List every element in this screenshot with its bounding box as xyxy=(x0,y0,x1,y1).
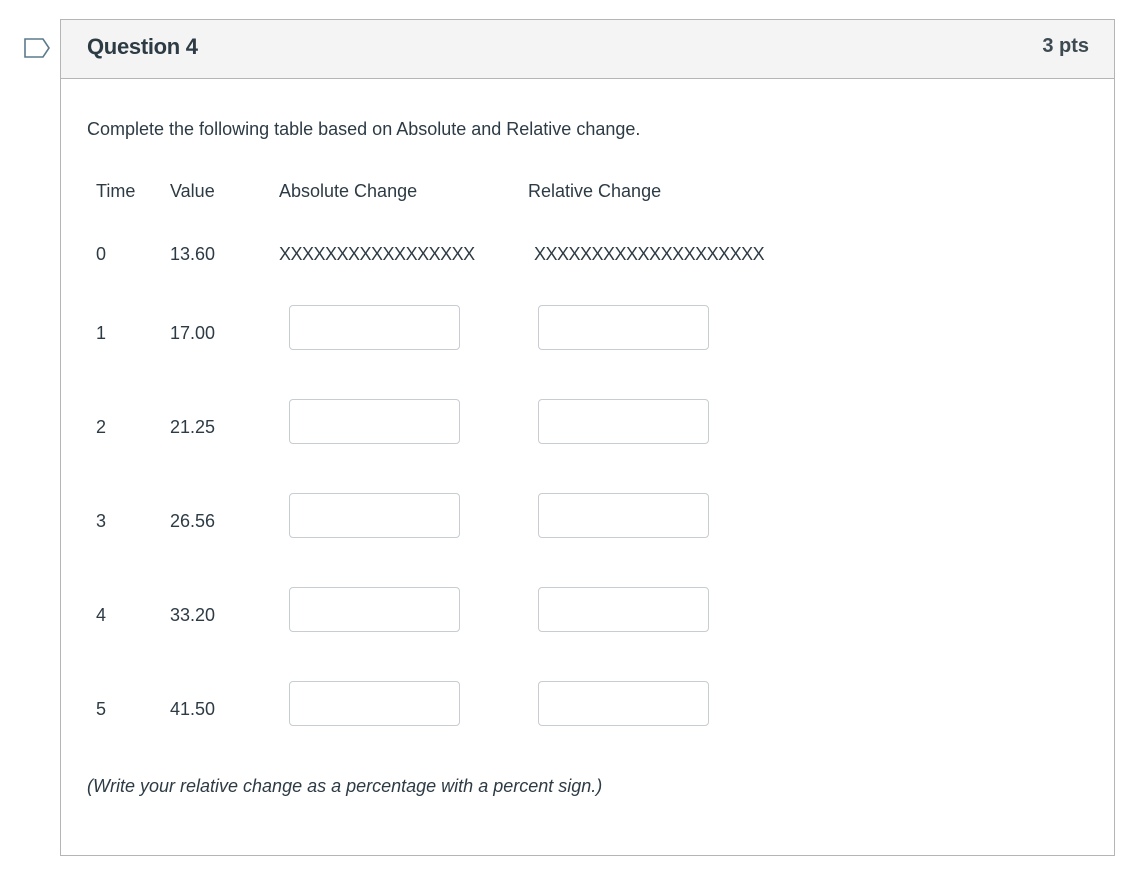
row-time: 4 xyxy=(96,605,107,625)
relative-change-input-5[interactable] xyxy=(538,681,709,726)
relative-change-input-4[interactable] xyxy=(538,587,709,632)
row-value: 17.00 xyxy=(170,323,216,343)
row-time: 5 xyxy=(96,699,107,719)
row-time: 2 xyxy=(96,417,107,437)
row-time: 0 xyxy=(96,244,107,264)
question-title: Question 4 xyxy=(87,34,198,59)
header-time: Time xyxy=(96,181,136,201)
header-absolute-change: Absolute Change xyxy=(279,181,418,201)
header-relative-change: Relative Change xyxy=(528,181,662,201)
flag-question-icon[interactable] xyxy=(24,38,50,58)
instruction-note: (Write your relative change as a percent… xyxy=(87,776,603,796)
absolute-change-input-1[interactable] xyxy=(289,305,460,350)
question-points: 3 pts xyxy=(1042,35,1089,57)
question-header: Question 4 3 pts xyxy=(61,20,1114,79)
row-value: 33.20 xyxy=(170,605,216,625)
question-prompt: Complete the following table based on Ab… xyxy=(87,119,641,139)
row-time: 3 xyxy=(96,511,107,531)
row-time: 1 xyxy=(96,323,107,343)
row-value: 26.56 xyxy=(170,511,216,531)
row-value: 21.25 xyxy=(170,417,216,437)
row-value: 13.60 xyxy=(170,244,216,264)
absolute-change-input-3[interactable] xyxy=(289,493,460,538)
absolute-change-input-4[interactable] xyxy=(289,587,460,632)
absolute-change-input-5[interactable] xyxy=(289,681,460,726)
row-value: 41.50 xyxy=(170,699,216,719)
relative-change-input-3[interactable] xyxy=(538,493,709,538)
absolute-change-input-2[interactable] xyxy=(289,399,460,444)
relative-change-input-1[interactable] xyxy=(538,305,709,350)
relative-change-placeholder: XXXXXXXXXXXXXXXXXXXX xyxy=(534,244,765,264)
relative-change-input-2[interactable] xyxy=(538,399,709,444)
question-card: Question 4 3 pts Complete the following … xyxy=(60,19,1115,856)
header-value: Value xyxy=(170,181,215,201)
absolute-change-placeholder: XXXXXXXXXXXXXXXXX xyxy=(279,244,475,264)
